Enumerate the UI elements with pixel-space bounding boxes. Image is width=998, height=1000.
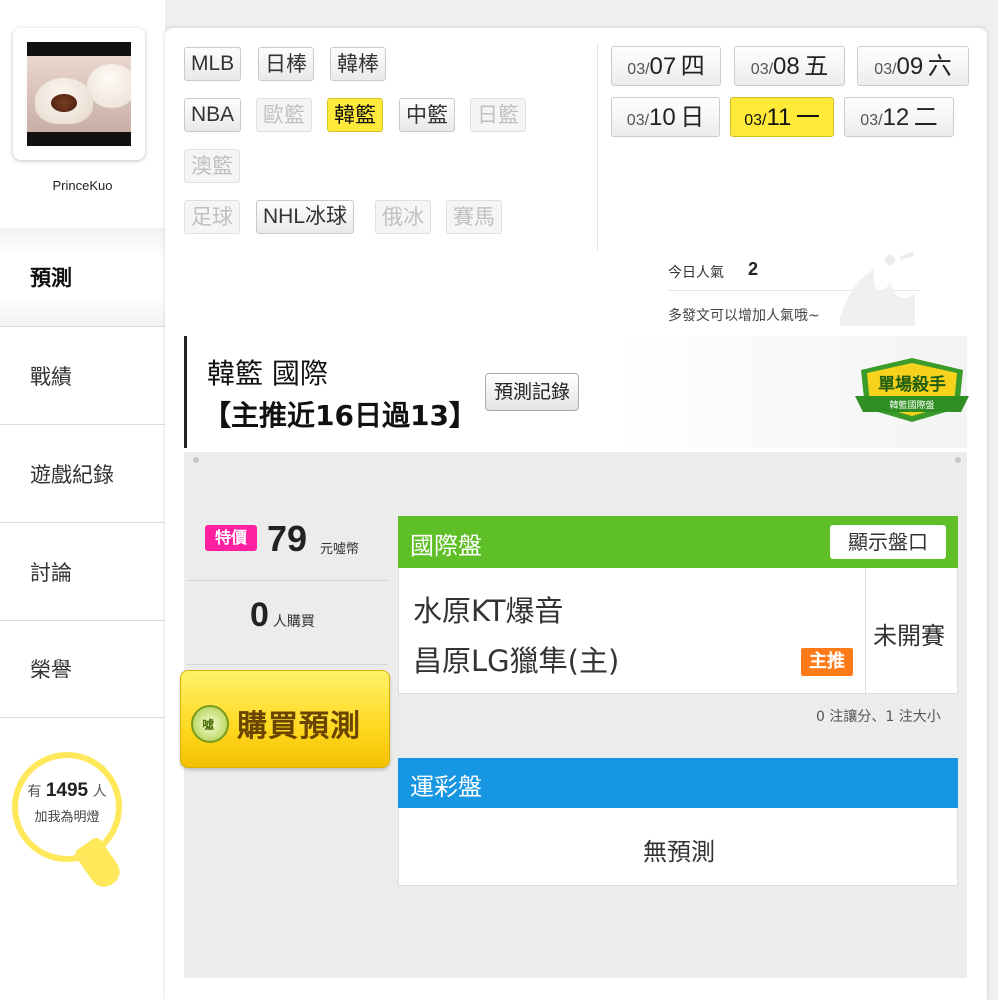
nav-item-game-log[interactable]: 遊戲紀錄 <box>0 424 165 522</box>
divider <box>186 664 388 665</box>
avatar[interactable] <box>27 42 131 146</box>
sports-lottery-title: 運彩盤 <box>410 773 482 801</box>
away-team: 水原KT爆音 <box>413 594 564 628</box>
home-team: 昌原LG獵隼(主) <box>413 644 620 678</box>
prediction-header: 韓籃 國際 【主推近16日過13】 預測記錄 單場殺手 韓籃國際盤 <box>184 336 969 448</box>
pin-icon <box>193 457 199 463</box>
fans-count: 1495 <box>45 780 89 801</box>
popularity-hint: 多發文可以增加人氣哦~ <box>668 308 820 324</box>
sports-lottery-header: 運彩盤 <box>398 758 958 808</box>
buyers-unit: 人購買 <box>272 614 315 630</box>
nav-item-honors[interactable]: 榮譽 <box>0 620 165 718</box>
nav-item-record[interactable]: 戰績 <box>0 326 165 424</box>
international-odds-title: 國際盤 <box>410 532 482 560</box>
price-unit: 元噓幣 <box>320 542 360 557</box>
league-chip-eu-basketball: 歐籃 <box>256 98 312 132</box>
single-game-killer-badge: 單場殺手 韓籃國際盤 <box>855 358 969 422</box>
date-weekday: 四 <box>680 52 705 80</box>
prediction-record-button[interactable]: 預測記錄 <box>485 373 580 411</box>
buyers-count: 0 人購買 <box>250 596 315 635</box>
date-button-0307[interactable]: 03/07 四 <box>611 46 721 86</box>
username[interactable]: PrinceKuo <box>0 178 165 193</box>
no-prediction-text: 無預測 <box>643 838 715 866</box>
league-chip-nhl[interactable]: NHL冰球 <box>256 200 355 234</box>
date-button-0312[interactable]: 03/12 二 <box>844 97 954 137</box>
buy-prediction-label: 購買預測 <box>237 709 361 744</box>
league-chip-cn-basketball[interactable]: 中籃 <box>399 98 455 132</box>
league-chip-horse-racing: 賽馬 <box>446 200 502 234</box>
show-odds-button[interactable]: 顯示盤口 <box>830 525 946 559</box>
badge-subtitle: 韓籃國際盤 <box>889 399 934 411</box>
date-button-0308[interactable]: 03/08 五 <box>734 46 845 86</box>
league-chip-kr-basketball[interactable]: 韓籃 <box>327 98 383 132</box>
fans-suffix: 人 <box>92 784 107 800</box>
avatar-frame[interactable] <box>13 28 145 160</box>
fans-prefix: 有 <box>27 784 42 800</box>
league-chip-au-basketball: 澳籃 <box>184 149 240 183</box>
fans-subtitle: 加我為明燈 <box>34 810 100 825</box>
date-day: 07 <box>649 53 677 80</box>
date-month: 03/ <box>626 112 650 129</box>
league-chip-khl: 俄冰 <box>375 200 431 234</box>
date-day: 11 <box>766 104 792 131</box>
international-odds-body: 水原KT爆音 昌原LG獵隼(主) 主推 未開賽 <box>398 568 958 694</box>
popularity-label: 今日人氣 <box>668 265 724 281</box>
sidebar: PrinceKuo 預測 戰績 遊戲紀錄 討論 榮譽 有 1495 人 加我為明… <box>0 0 175 1000</box>
date-button-0310[interactable]: 03/10 日 <box>611 97 720 137</box>
game-status: 未開賽 <box>873 622 945 650</box>
date-button-0311[interactable]: 03/11 一 <box>730 97 834 137</box>
prediction-title: 韓籃 國際 <box>207 357 328 390</box>
divider <box>186 580 388 581</box>
main-pick-badge: 主推 <box>801 648 853 676</box>
date-weekday: 日 <box>680 103 705 131</box>
coin-icon-text: 噓 <box>202 717 214 731</box>
special-price-tag: 特價 <box>205 525 257 551</box>
price-value: 79 <box>267 518 308 559</box>
league-chip-kr-baseball[interactable]: 韓棒 <box>330 47 386 81</box>
sports-lottery-body: 無預測 <box>398 808 958 886</box>
date-day: 09 <box>896 53 924 80</box>
international-odds-header: 國際盤 顯示盤口 <box>398 516 958 568</box>
divider <box>865 568 866 694</box>
coin-icon: 噓 <box>191 705 229 743</box>
date-weekday: 五 <box>804 52 829 80</box>
bet-count-note: 0 注讓分、1 注大小 <box>816 709 941 725</box>
league-chip-mlb[interactable]: MLB <box>184 47 242 81</box>
league-chip-jp-basketball: 日籃 <box>470 98 526 132</box>
pin-icon <box>955 457 961 463</box>
popularity-value: 2 <box>748 259 759 279</box>
date-day: 08 <box>773 53 800 80</box>
date-month: 03/ <box>750 61 774 78</box>
nav-item-predict[interactable]: 預測 <box>0 228 175 326</box>
decoration-icon <box>840 251 915 326</box>
date-day: 10 <box>649 104 676 131</box>
league-chip-nba[interactable]: NBA <box>184 98 242 132</box>
follow-lightbulb[interactable]: 有 1495 人 加我為明燈 <box>12 752 122 862</box>
badge-title: 單場殺手 <box>878 374 946 395</box>
date-weekday: 二 <box>913 103 938 131</box>
divider <box>597 44 598 250</box>
nav-item-discussion[interactable]: 討論 <box>0 522 165 620</box>
date-day: 12 <box>882 104 910 131</box>
date-month: 03/ <box>874 61 897 78</box>
date-button-0309[interactable]: 03/09 六 <box>857 46 969 86</box>
prediction-subtitle: 【主推近16日過13】 <box>203 399 477 432</box>
buy-prediction-button[interactable]: 噓 購買預測 <box>180 670 390 768</box>
date-month: 03/ <box>860 112 883 129</box>
date-weekday: 六 <box>927 52 952 80</box>
buyers-number: 0 <box>250 596 269 634</box>
league-chip-soccer: 足球 <box>184 200 240 234</box>
date-month: 03/ <box>744 112 767 129</box>
date-weekday: 一 <box>795 103 820 131</box>
league-chip-jp-baseball[interactable]: 日棒 <box>258 47 314 81</box>
date-month: 03/ <box>627 61 650 78</box>
